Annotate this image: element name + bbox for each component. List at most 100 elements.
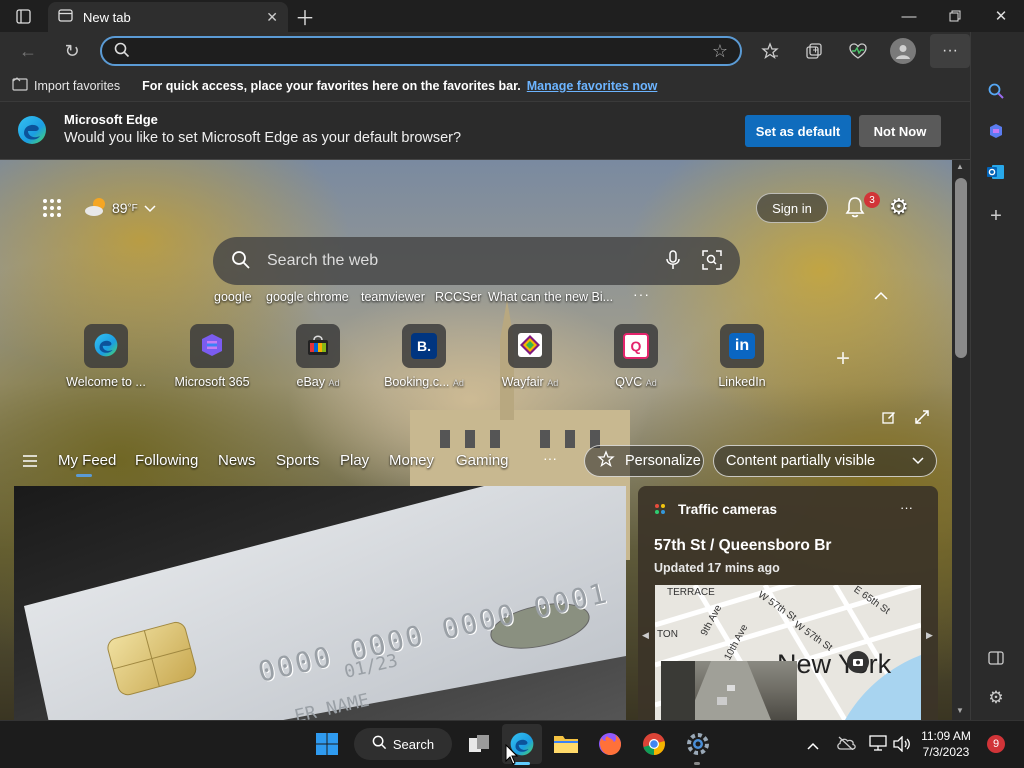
add-quick-link-icon[interactable]: + — [836, 347, 850, 371]
close-tab-icon[interactable]: ✕ — [266, 9, 278, 26]
trending-search-item[interactable]: google — [214, 290, 252, 304]
refresh-button[interactable]: ↻ — [56, 35, 88, 67]
trending-search-item[interactable]: teamviewer — [361, 290, 425, 304]
volume-icon[interactable] — [893, 735, 911, 755]
set-as-default-button[interactable]: Set as default — [745, 115, 851, 147]
more-suggestions-icon[interactable]: ··· — [633, 286, 650, 302]
sidebar-add-icon[interactable]: + — [981, 201, 1011, 231]
new-tab-page-icon — [58, 8, 73, 26]
expand-icon[interactable] — [915, 410, 929, 427]
scrollbar-thumb[interactable] — [955, 178, 967, 358]
edit-background-icon[interactable] — [882, 410, 896, 427]
feed-menu-icon[interactable] — [22, 454, 38, 471]
tab-new-tab[interactable]: New tab ✕ — [48, 2, 288, 32]
address-bar[interactable]: ☆ — [100, 36, 742, 66]
task-view-icon[interactable] — [459, 724, 499, 764]
file-explorer-icon[interactable] — [546, 724, 586, 764]
tab-gaming[interactable]: Gaming — [456, 452, 509, 469]
tab-sports[interactable]: Sports — [276, 452, 319, 469]
taskbar-search-label: Search — [392, 736, 435, 752]
sidebar-search-icon[interactable] — [981, 76, 1011, 106]
traffic-cameras-card[interactable]: Traffic cameras ··· 57th St / Queensboro… — [638, 486, 938, 720]
trending-search-item[interactable]: google chrome — [266, 290, 349, 304]
favorite-star-icon[interactable]: ☆ — [712, 41, 728, 62]
tab-following[interactable]: Following — [135, 452, 198, 469]
content-visibility-dropdown[interactable]: Content partially visible — [713, 445, 937, 477]
microphone-icon[interactable] — [666, 249, 680, 273]
scroll-down-icon[interactable]: ▼ — [956, 706, 964, 715]
sidebar-outlook-icon[interactable] — [981, 157, 1011, 187]
web-search-placeholder: Search the web — [267, 252, 379, 269]
carousel-next-icon[interactable]: ▶ — [926, 630, 933, 641]
sign-in-button[interactable]: Sign in — [756, 193, 828, 223]
sidebar-toggle-icon[interactable] — [981, 643, 1011, 673]
profile-avatar[interactable] — [890, 38, 916, 64]
quick-link-label: QVC Ad — [615, 375, 657, 389]
start-button-icon[interactable] — [307, 724, 347, 764]
firefox-icon[interactable] — [590, 724, 630, 764]
quick-link-tile[interactable] — [84, 324, 128, 368]
notifications-bell-icon[interactable] — [844, 195, 866, 222]
visual-search-icon[interactable] — [702, 249, 722, 273]
carousel-prev-icon[interactable]: ◀ — [642, 630, 649, 641]
close-window-button[interactable]: ✕ — [978, 0, 1024, 32]
chevron-down-icon — [912, 453, 924, 469]
traffic-map[interactable]: TERRACE 9th Ave W 57th St E 65th St TON … — [655, 585, 921, 720]
favorites-bar: Import favorites For quick access, place… — [0, 70, 970, 102]
collections-icon[interactable] — [798, 35, 830, 67]
chrome-icon[interactable] — [634, 724, 674, 764]
collapse-chevron-up-icon[interactable] — [874, 288, 888, 303]
notification-count-badge: 3 — [864, 192, 880, 208]
weather-temperature: 89 — [112, 200, 128, 216]
restore-button[interactable] — [932, 0, 978, 32]
new-tab-button[interactable]: ＋ — [292, 4, 318, 30]
favorites-icon[interactable] — [754, 35, 786, 67]
quick-link-tile[interactable] — [296, 324, 340, 368]
clock-date[interactable]: 7/3/2023 — [915, 745, 977, 759]
settings-app-icon[interactable] — [678, 724, 718, 764]
web-search-box[interactable]: Search the web — [213, 237, 740, 285]
back-button[interactable]: ← — [12, 35, 44, 67]
map-label: TON — [657, 629, 678, 640]
onedrive-offline-icon[interactable] — [836, 736, 856, 753]
tab-news[interactable]: News — [218, 452, 256, 469]
more-tabs-icon[interactable]: ··· — [543, 450, 557, 466]
taskbar-search-button[interactable]: Search — [354, 728, 452, 760]
scroll-up-icon[interactable]: ▲ — [956, 162, 964, 171]
tab-money[interactable]: Money — [389, 452, 434, 469]
trending-search-item[interactable]: RCCSer — [435, 290, 482, 304]
quick-link-tile[interactable]: in — [720, 324, 764, 368]
sidebar-copilot-icon[interactable] — [981, 116, 1011, 146]
import-favorites-button[interactable]: Import favorites — [34, 79, 120, 93]
page-settings-gear-icon[interactable]: ⚙ — [889, 196, 909, 218]
not-now-button[interactable]: Not Now — [859, 115, 941, 147]
network-icon[interactable] — [869, 735, 887, 754]
quick-link-tile[interactable] — [508, 324, 552, 368]
card-more-options-icon[interactable]: ··· — [900, 500, 913, 515]
camera-marker-icon[interactable] — [847, 651, 869, 673]
weather-widget[interactable]: 89 °F — [84, 195, 156, 221]
address-input[interactable] — [140, 43, 712, 59]
manage-favorites-link[interactable]: Manage favorites now — [527, 79, 658, 93]
personalize-button[interactable]: Personalize — [584, 445, 704, 477]
browser-essentials-icon[interactable] — [842, 35, 874, 67]
sidebar-settings-icon[interactable]: ⚙ — [981, 683, 1011, 713]
tab-play[interactable]: Play — [340, 452, 369, 469]
trending-search-item[interactable]: What can the new Bi... — [488, 290, 613, 304]
quick-link-tile[interactable] — [190, 324, 234, 368]
minimize-button[interactable]: — — [886, 0, 932, 32]
search-icon — [372, 735, 387, 753]
tab-my-feed[interactable]: My Feed — [58, 452, 116, 469]
quick-link-tile[interactable]: Q — [614, 324, 658, 368]
tab-actions-icon[interactable] — [10, 6, 36, 26]
notification-center-badge[interactable]: 9 — [987, 735, 1005, 753]
clock-time[interactable]: 11:09 AM — [915, 729, 977, 743]
traffic-camera-snapshot[interactable] — [661, 661, 797, 720]
quick-link-label: Welcome to ... — [66, 375, 146, 389]
news-card-image[interactable]: 0000 0000 0000 0001 01/23 ER NAME — [14, 486, 626, 720]
show-hidden-icons-chevron-icon[interactable] — [807, 738, 819, 753]
favorites-bar-hint: For quick access, place your favorites h… — [142, 78, 521, 93]
settings-and-more-button[interactable]: ··· — [930, 34, 970, 68]
apps-launcher-icon[interactable] — [42, 198, 62, 221]
quick-link-tile[interactable]: B. — [402, 324, 446, 368]
